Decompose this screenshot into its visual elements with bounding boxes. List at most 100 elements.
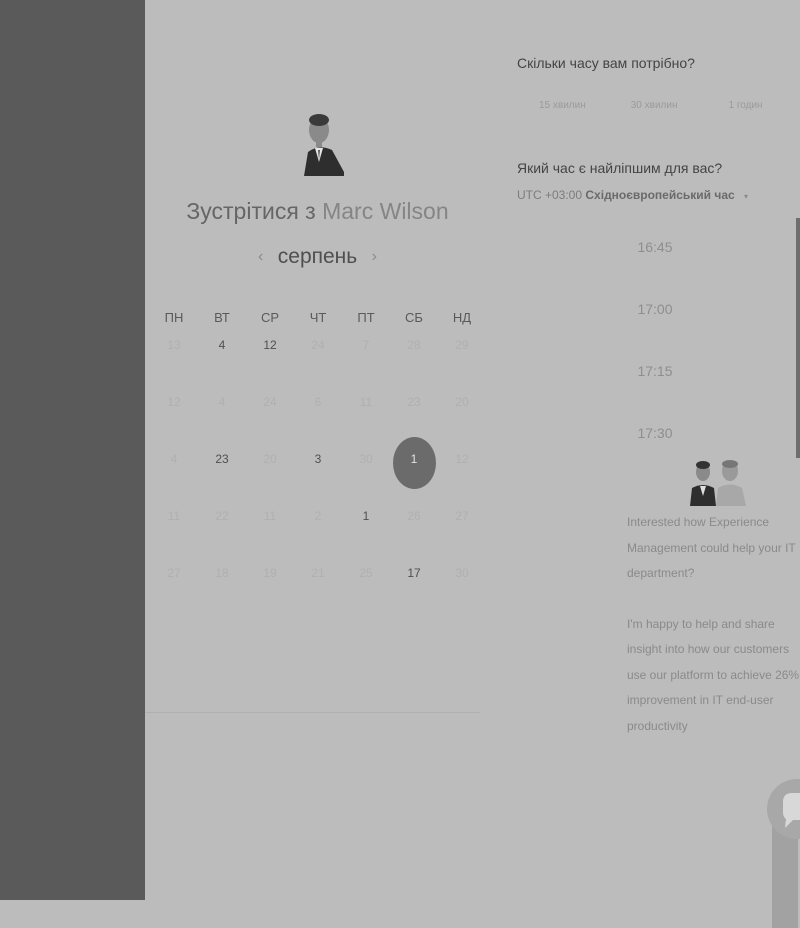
- calendar-day-unavailable: 19: [246, 556, 294, 590]
- calendar-day-unavailable: 4: [198, 385, 246, 419]
- calendar-day-unavailable: 30: [342, 442, 390, 476]
- calendar-day-number: 4: [218, 395, 226, 409]
- duration-option-15[interactable]: 15 хвилин: [539, 100, 586, 111]
- host-name: Marc Wilson: [322, 198, 449, 224]
- calendar-week-row: 13 4 12 24 7 28 29: [150, 328, 486, 385]
- weekday-header: ПН ВТ СР ЧТ ПТ СБ НД: [150, 308, 486, 328]
- time-slot[interactable]: 16:45: [600, 235, 710, 297]
- calendar-day-available[interactable]: 3: [294, 442, 342, 476]
- calendar-day-unavailable: 4: [150, 442, 198, 476]
- calendar-day-number: 12: [167, 395, 181, 409]
- time-slot-list: 16:45 17:00 17:15 17:30: [600, 235, 710, 483]
- calendar-day-number: 13: [167, 338, 181, 352]
- calendar-day-number: 1: [410, 452, 418, 466]
- page-title: Зустрітися з Marc Wilson: [145, 198, 490, 225]
- calendar-day-selected[interactable]: 1: [390, 437, 438, 489]
- calendar-day-number: 11: [263, 509, 277, 523]
- calendar-day-number: 26: [407, 509, 421, 523]
- time-slot-scrollbar[interactable]: [796, 218, 800, 458]
- calendar-day-number: 20: [455, 395, 469, 409]
- calendar-day-available[interactable]: 1: [342, 499, 390, 533]
- host-avatar: [304, 114, 344, 176]
- calendar-day-number: 3: [314, 452, 322, 466]
- calendar-day-unavailable: 24: [246, 385, 294, 419]
- timezone-offset: UTC +03:00: [517, 188, 583, 202]
- calendar-week-row: 12 4 24 6 11 23 20: [150, 385, 486, 442]
- calendar-day-unavailable: 22: [198, 499, 246, 533]
- section-divider: [145, 712, 480, 713]
- chevron-right-icon[interactable]: ›: [372, 248, 377, 266]
- calendar-day-number: 27: [455, 509, 469, 523]
- calendar-day-unavailable: 11: [246, 499, 294, 533]
- calendar-day-unavailable: 25: [342, 556, 390, 590]
- calendar-week-row: 4 23 20 3 30 1 12: [150, 437, 486, 499]
- calendar-day-unavailable: 20: [246, 442, 294, 476]
- calendar-day-number: 30: [359, 452, 373, 466]
- calendar-day-unavailable: 28: [390, 328, 438, 362]
- calendar-day-unavailable: 11: [342, 385, 390, 419]
- calendar-day-number: 24: [263, 395, 277, 409]
- calendar-day-number: 7: [362, 338, 370, 352]
- calendar-day-available[interactable]: 17: [390, 556, 438, 590]
- calendar-day-unavailable: 7: [342, 328, 390, 362]
- message-paragraph: Interested how Experience Management cou…: [627, 515, 796, 580]
- calendar-day-number: 12: [455, 452, 469, 466]
- duration-option-60[interactable]: 1 годин: [729, 100, 763, 111]
- calendar-day-available[interactable]: 23: [198, 442, 246, 476]
- calendar-day-number: 28: [407, 338, 421, 352]
- calendar-day-unavailable: 26: [390, 499, 438, 533]
- month-label: серпень: [277, 245, 358, 268]
- calendar-day-unavailable: 30: [438, 556, 486, 590]
- chat-bubble-icon[interactable]: [767, 778, 800, 928]
- time-slot[interactable]: 17:00: [600, 297, 710, 359]
- calendar-day-number: 19: [263, 566, 277, 580]
- left-sidebar: [0, 0, 145, 900]
- calendar-day-number: 21: [311, 566, 325, 580]
- calendar-day-number: 17: [407, 566, 421, 580]
- duration-option-30[interactable]: 30 хвилин: [631, 100, 678, 111]
- calendar-week-row: 11 22 11 2 1 26 27: [150, 499, 486, 556]
- weekday-label: СР: [260, 310, 280, 325]
- team-avatars: [690, 460, 746, 506]
- calendar-day-unavailable: 24: [294, 328, 342, 362]
- calendar-day-number: 29: [455, 338, 469, 352]
- month-navigator: ‹ серпень ›: [145, 245, 490, 269]
- weekday-label: НД: [452, 310, 472, 325]
- calendar-day-unavailable: 6: [294, 385, 342, 419]
- calendar-day-number: 22: [215, 509, 229, 523]
- time-slot[interactable]: 17:15: [600, 359, 710, 421]
- calendar-day-number: 12: [263, 338, 277, 352]
- weekday-label: ПН: [164, 310, 184, 325]
- calendar-day-number: 11: [359, 395, 373, 409]
- duration-question: Скільки часу вам потрібно?: [517, 55, 695, 71]
- calendar-day-unavailable: 12: [150, 385, 198, 419]
- calendar-day-number: 23: [407, 395, 421, 409]
- weekday-label: ЧТ: [309, 310, 327, 325]
- title-prefix: Зустрітися з: [186, 198, 316, 224]
- calendar-week-row: 27 18 19 21 25 17 30: [150, 556, 486, 613]
- calendar-day-number: 25: [359, 566, 373, 580]
- timezone-select[interactable]: UTC +03:00 Східноєвропейський час ▾: [517, 188, 748, 202]
- calendar-day-number: 30: [455, 566, 469, 580]
- weekday-label: ВТ: [214, 310, 230, 325]
- calendar-day-number: 6: [314, 395, 322, 409]
- calendar-day-number: 23: [215, 452, 229, 466]
- calendar-day-available[interactable]: 4: [198, 328, 246, 362]
- host-message: Interested how Experience Management cou…: [627, 510, 800, 764]
- duration-options: 15 хвилин 30 хвилин 1 годин: [517, 100, 800, 111]
- dropdown-caret-icon: ▾: [744, 192, 749, 201]
- calendar-day-unavailable: 11: [150, 499, 198, 533]
- chevron-left-icon[interactable]: ‹: [258, 248, 263, 266]
- calendar-day-unavailable: 21: [294, 556, 342, 590]
- calendar-day-unavailable: 13: [150, 328, 198, 362]
- timezone-name: Східноєвропейський час: [585, 188, 735, 202]
- calendar-day-number: 24: [311, 338, 325, 352]
- calendar-day-number: 4: [170, 452, 178, 466]
- calendar-day-unavailable: 2: [294, 499, 342, 533]
- calendar-weeks: 13 4 12 24 7 28 29 12 4 24 6 11 23 20 4 23 20 3 30 1 12 11 22 1…: [150, 328, 486, 613]
- calendar-day-unavailable: 12: [438, 442, 486, 476]
- calendar-day-unavailable: 23: [390, 385, 438, 419]
- calendar-day-number: 18: [215, 566, 229, 580]
- timezone-question: Який час є найліпшим для вас?: [517, 160, 723, 176]
- calendar-day-available[interactable]: 12: [246, 328, 294, 362]
